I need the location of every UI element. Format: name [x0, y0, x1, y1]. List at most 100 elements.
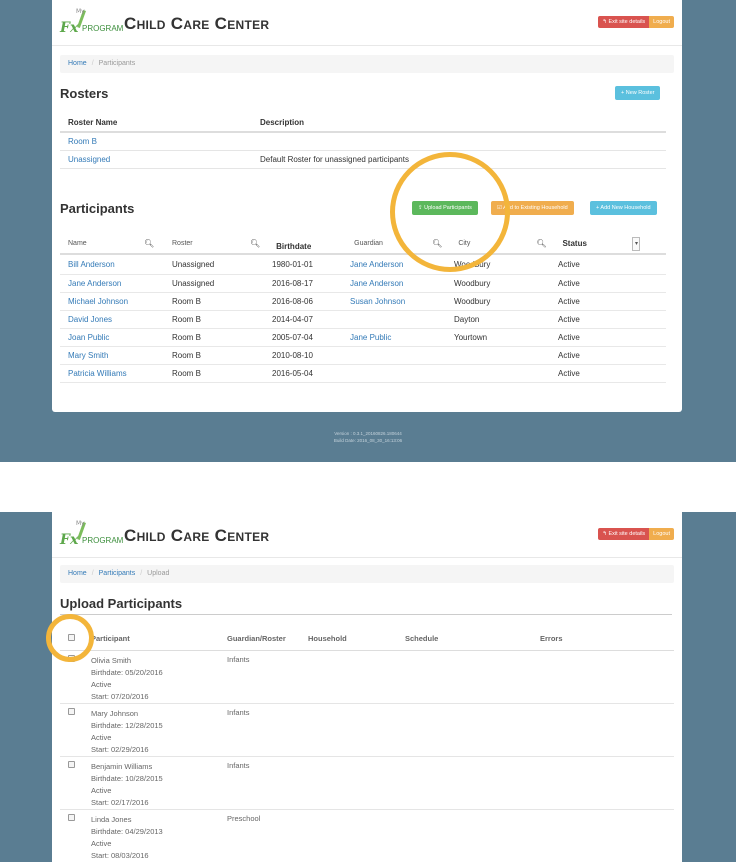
- breadcrumb-home[interactable]: Home: [68, 570, 87, 577]
- participants-table: Name 🔍︎ Roster 🔍︎ Birthdate Guardian 🔍︎ …: [60, 234, 666, 255]
- roster-cell: Room B: [164, 328, 264, 347]
- table-row: Room B: [60, 132, 666, 151]
- city-cell: Dayton: [446, 310, 550, 329]
- row-checkbox[interactable]: [68, 760, 75, 768]
- column-roster-name[interactable]: Roster Name: [60, 114, 252, 133]
- version-info: Version : 0.3.1_20160826.180644 Build Da…: [0, 430, 736, 444]
- table-header-row: Name 🔍︎ Roster 🔍︎ Birthdate Guardian 🔍︎ …: [60, 234, 666, 255]
- breadcrumb-current: Upload: [147, 570, 170, 577]
- roster-description: [252, 132, 666, 151]
- birthdate-cell: 2005-07-04: [264, 328, 342, 347]
- table-row: Olivia Smith Birthdate: 05/20/2016 Active S…: [60, 650, 674, 704]
- rosters-title: Rosters: [60, 86, 109, 101]
- column-description[interactable]: Description: [252, 114, 666, 133]
- participant-status: Active: [91, 679, 112, 689]
- breadcrumb-current: Participants: [98, 60, 136, 67]
- search-icon[interactable]: 🔍︎: [144, 239, 154, 248]
- participant-birthdate: Birthdate: 12/28/2015: [91, 720, 163, 730]
- guardian-link[interactable]: [342, 310, 446, 329]
- upload-screen: My Fx PROGRAM Child Care Center ↰ Exit s…: [0, 512, 736, 862]
- main-card: My Fx PROGRAM Child Care Center ↰ Exit s…: [52, 0, 682, 412]
- breadcrumb: Home / Participants: [60, 55, 674, 73]
- errors-cell: [532, 809, 674, 862]
- column-status[interactable]: Status: [554, 234, 625, 255]
- divider: [60, 614, 672, 615]
- page-title: Upload Participants: [60, 596, 183, 611]
- upload-table: Participant Guardian/Roster Household Sc…: [60, 628, 674, 862]
- table-row: Mary Smith Room B 2010-08-10 Active: [60, 346, 666, 365]
- roster-name-link[interactable]: Room B: [60, 132, 252, 151]
- participant-cell: Benjamin Williams Birthdate: 10/28/2015 Ac…: [83, 756, 219, 810]
- roster-cell: Unassigned: [164, 256, 264, 275]
- logout-button[interactable]: Logout: [649, 528, 674, 540]
- table-row: Benjamin Williams Birthdate: 10/28/2015 Ac…: [60, 756, 674, 810]
- guardian-link[interactable]: Jane Public: [342, 328, 446, 347]
- errors-cell: [532, 703, 674, 757]
- city-cell: [446, 346, 550, 365]
- logout-button[interactable]: Logout: [649, 16, 674, 28]
- roster-cell: Unassigned: [164, 274, 264, 293]
- logo-program-text: PROGRAM: [82, 536, 124, 545]
- column-name[interactable]: Name: [60, 234, 136, 255]
- city-cell: [446, 364, 550, 383]
- status-cell: Active: [550, 274, 620, 293]
- column-participant[interactable]: Participant: [83, 628, 219, 651]
- guardian-link[interactable]: Susan Johnson: [342, 292, 446, 311]
- rosters-table: Roster Name Description Room B Unassigne…: [60, 114, 666, 169]
- participant-name-link[interactable]: David Jones: [60, 310, 164, 329]
- search-icon[interactable]: 🔍︎: [250, 239, 260, 248]
- checkbox-cell: [60, 703, 83, 757]
- breadcrumb-participants[interactable]: Participants: [99, 570, 136, 577]
- participant-name-link[interactable]: Jane Anderson: [60, 274, 164, 293]
- column-guardian-roster[interactable]: Guardian/Roster: [219, 628, 300, 651]
- guardian-link[interactable]: Jane Anderson: [342, 274, 446, 293]
- column-household[interactable]: Household: [300, 628, 397, 651]
- app-title: Child Care Center: [124, 14, 270, 33]
- logo-my-text: My: [76, 8, 85, 15]
- spacer-cell: [620, 292, 666, 311]
- participant-name-link[interactable]: Bill Anderson: [60, 256, 164, 275]
- row-checkbox[interactable]: [68, 813, 75, 821]
- participant-name-link[interactable]: Patricia Williams: [60, 364, 164, 383]
- guardian-link[interactable]: [342, 346, 446, 365]
- status-cell: Active: [550, 256, 620, 275]
- exit-site-details-button[interactable]: ↰ Exit site details: [598, 16, 650, 28]
- participant-start: Start: 08/03/2016: [91, 850, 149, 860]
- city-cell: Woodbury: [446, 274, 550, 293]
- add-new-household-button[interactable]: + Add New Household: [590, 201, 657, 215]
- table-row: Mary Johnson Birthdate: 12/28/2015 Active S…: [60, 703, 674, 757]
- participant-start: Start: 07/20/2016: [91, 691, 149, 701]
- new-roster-button[interactable]: + New Roster: [615, 86, 661, 100]
- row-checkbox[interactable]: [68, 707, 75, 715]
- birthdate-cell: 2016-08-06: [264, 292, 342, 311]
- column-errors[interactable]: Errors: [532, 628, 674, 651]
- schedule-cell: [397, 703, 532, 757]
- spacer-cell: [620, 256, 666, 275]
- guardian-link[interactable]: [342, 364, 446, 383]
- schedule-cell: [397, 809, 532, 862]
- errors-cell: [532, 756, 674, 810]
- app-logo[interactable]: My Fx PROGRAM: [60, 520, 124, 550]
- household-cell: [300, 756, 397, 810]
- exit-site-details-button[interactable]: ↰ Exit site details: [598, 528, 650, 540]
- search-icon[interactable]: 🔍︎: [536, 239, 546, 248]
- participant-name-link[interactable]: Mary Smith: [60, 346, 164, 365]
- schedule-cell: [397, 650, 532, 704]
- schedule-cell: [397, 756, 532, 810]
- roster-name-link[interactable]: Unassigned: [60, 150, 252, 169]
- participant-name-link[interactable]: Michael Johnson: [60, 292, 164, 311]
- table-row: Unassigned Default Roster for unassigned…: [60, 150, 666, 169]
- participant-name: Olivia Smith: [91, 655, 132, 665]
- column-birthdate[interactable]: Birthdate: [268, 234, 347, 255]
- column-schedule[interactable]: Schedule: [397, 628, 532, 651]
- app-logo[interactable]: My Fx PROGRAM: [60, 8, 123, 38]
- table-row: Patricia Williams Room B 2016-05-04 Active: [60, 364, 666, 383]
- column-roster[interactable]: Roster: [164, 234, 242, 255]
- city-cell: Woodbury: [446, 292, 550, 311]
- participant-name-link[interactable]: Joan Public: [60, 328, 164, 347]
- column-menu-icon[interactable]: ▾: [632, 236, 641, 251]
- spacer-cell: [620, 310, 666, 329]
- participants-rows: Bill Anderson Unassigned 1980-01-01 Jane An…: [60, 256, 666, 383]
- breadcrumb: Home / Participants / Upload: [60, 565, 674, 583]
- breadcrumb-home[interactable]: Home: [68, 60, 87, 67]
